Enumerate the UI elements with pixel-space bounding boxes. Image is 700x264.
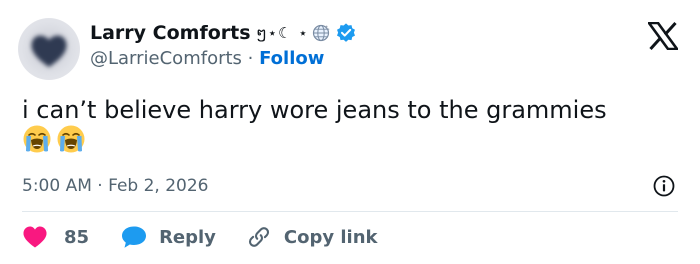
- copy-link-button[interactable]: Copy link: [246, 224, 378, 250]
- avatar[interactable]: [18, 18, 80, 80]
- tweet-emojis: [22, 124, 86, 154]
- x-logo-icon[interactable]: [648, 22, 678, 50]
- author-handle-row: @LarrieComforts · Follow: [90, 48, 324, 69]
- heart-icon: [23, 226, 47, 248]
- info-icon[interactable]: [652, 174, 676, 198]
- speech-bubble-icon: [122, 226, 147, 248]
- reply-label: Reply: [159, 226, 216, 248]
- handle-separator: ·: [247, 48, 260, 69]
- tweet-text: i can’t believe harry wore jeans to the …: [22, 96, 607, 124]
- tweet-actions: 85 Reply Copy link: [22, 224, 378, 250]
- author-handle[interactable]: @LarrieComforts: [90, 48, 242, 69]
- loudly-crying-face-icon: [23, 125, 51, 153]
- reply-button[interactable]: Reply: [121, 225, 216, 249]
- divider: [22, 211, 678, 212]
- globe-icon: [312, 24, 329, 42]
- loudly-crying-face-icon: [57, 125, 85, 153]
- verified-badge-icon[interactable]: [335, 22, 357, 44]
- copy-link-label: Copy link: [283, 226, 378, 248]
- author-display-name[interactable]: Larry Comforts: [90, 22, 251, 44]
- tweet-time: 5:00 AM: [22, 176, 92, 196]
- tweet-date: Feb 2, 2026: [108, 176, 209, 196]
- author-name-row: Larry Comforts ໆ⋆☾ ⋆: [90, 22, 357, 44]
- follow-button[interactable]: Follow: [259, 48, 324, 69]
- tweet-timestamp[interactable]: 5:00 AM · Feb 2, 2026: [22, 176, 209, 196]
- timestamp-separator: ·: [97, 176, 109, 196]
- link-icon: [248, 227, 269, 247]
- like-count: 85: [64, 226, 90, 248]
- avatar-heart-image: [31, 35, 67, 67]
- like-button[interactable]: 85: [22, 225, 89, 249]
- author-name-decoration: ໆ⋆☾ ⋆: [256, 24, 309, 42]
